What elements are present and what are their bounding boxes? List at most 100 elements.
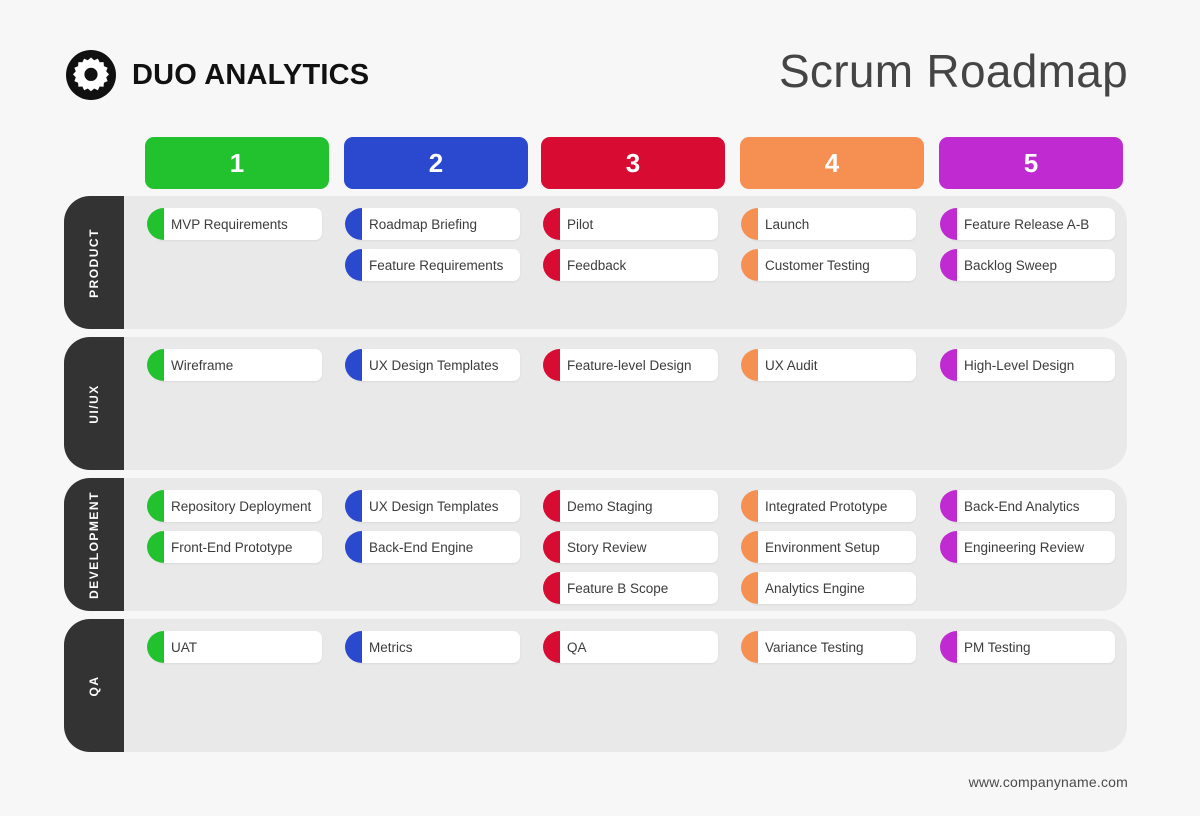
task-card[interactable]: Backlog Sweep	[940, 249, 1115, 281]
task-card-label: High-Level Design	[964, 357, 1075, 373]
task-card-label: UAT	[171, 639, 197, 655]
gear-icon	[66, 50, 116, 100]
task-card[interactable]: Demo Staging	[543, 490, 718, 522]
task-card[interactable]: UX Design Templates	[345, 349, 520, 381]
swimlane-tab: QA	[64, 619, 124, 752]
task-card[interactable]: Story Review	[543, 531, 718, 563]
task-card-label: Feature-level Design	[567, 357, 692, 373]
task-card-color-cap	[940, 349, 957, 381]
task-card-label: Backlog Sweep	[964, 257, 1058, 273]
task-card-color-cap	[940, 631, 957, 663]
page-title: Scrum Roadmap	[778, 45, 1128, 97]
swimlane-tab: DEVELOPMENT	[64, 478, 124, 611]
task-card[interactable]: Customer Testing	[741, 249, 916, 281]
sprint-number-label: 4	[824, 147, 840, 178]
task-card-color-cap	[940, 249, 957, 281]
task-card-color-cap	[940, 208, 957, 240]
brand-logo: DUO ANALYTICS	[66, 50, 369, 100]
task-card[interactable]: PM Testing	[940, 631, 1115, 663]
task-card[interactable]: Feature-level Design	[543, 349, 718, 381]
task-card-label: UX Audit	[765, 357, 818, 373]
task-card-label: Feature B Scope	[567, 580, 669, 596]
task-card[interactable]: Roadmap Briefing	[345, 208, 520, 240]
task-card-color-cap	[345, 249, 362, 281]
task-card-color-cap	[543, 490, 560, 522]
task-card[interactable]: Variance Testing	[741, 631, 916, 663]
task-card[interactable]: UX Design Templates	[345, 490, 520, 522]
sprint-header-row: 1 2 3 4 5	[0, 137, 1200, 189]
task-card[interactable]: Feature B Scope	[543, 572, 718, 604]
task-card[interactable]: Integrated Prototype	[741, 490, 916, 522]
task-card-label: UX Design Templates	[369, 357, 499, 373]
task-card[interactable]: Launch	[741, 208, 916, 240]
brand-name: DUO ANALYTICS	[132, 58, 370, 91]
task-card[interactable]: Feature Requirements	[345, 249, 520, 281]
task-card[interactable]: Back-End Analytics	[940, 490, 1115, 522]
task-card-label: UX Design Templates	[369, 498, 499, 514]
swimlane-development: DEVELOPMENT Repository Deployment Front-En…	[64, 478, 1127, 611]
task-card-color-cap	[543, 249, 560, 281]
sprint-header-5[interactable]: 5	[939, 137, 1123, 189]
task-card-color-cap	[345, 631, 362, 663]
sprint-header-1[interactable]: 1	[145, 137, 329, 189]
task-card-label: Repository Deployment	[171, 498, 312, 514]
task-card[interactable]: Metrics	[345, 631, 520, 663]
task-card[interactable]: Back-End Engine	[345, 531, 520, 563]
task-card[interactable]: Feature Release A-B	[940, 208, 1115, 240]
task-card[interactable]: UX Audit	[741, 349, 916, 381]
task-card[interactable]: MVP Requirements	[147, 208, 322, 240]
task-card-color-cap	[345, 531, 362, 563]
task-card-color-cap	[741, 249, 758, 281]
sprint-header-2[interactable]: 2	[344, 137, 528, 189]
task-card-color-cap	[741, 572, 758, 604]
task-card-color-cap	[543, 531, 560, 563]
task-card[interactable]: Repository Deployment	[147, 490, 322, 522]
task-card[interactable]: UAT	[147, 631, 322, 663]
swimlane-ui-ux: UI/UX Wireframe UX Design Templates Feature…	[64, 337, 1127, 470]
task-card[interactable]: Engineering Review	[940, 531, 1115, 563]
page-header: DUO ANALYTICS Scrum Roadmap	[0, 0, 1200, 120]
task-card-color-cap	[940, 531, 957, 563]
task-card[interactable]: High-Level Design	[940, 349, 1115, 381]
task-card-label: Roadmap Briefing	[369, 216, 478, 232]
task-card-label: MVP Requirements	[171, 216, 288, 232]
task-card-color-cap	[345, 349, 362, 381]
task-card-color-cap	[345, 208, 362, 240]
swimlane-label: QA	[87, 675, 101, 696]
sprint-header-4[interactable]: 4	[740, 137, 924, 189]
task-card-label: Launch	[765, 216, 810, 232]
task-card-color-cap	[147, 531, 164, 563]
task-card-label: Demo Staging	[567, 498, 653, 514]
task-card-label: Environment Setup	[765, 539, 880, 555]
task-card-label: Pilot	[567, 216, 594, 232]
task-card[interactable]: Front-End Prototype	[147, 531, 322, 563]
task-card-label: Back-End Analytics	[964, 498, 1080, 514]
task-card-color-cap	[147, 208, 164, 240]
swimlane-label: UI/UX	[87, 383, 101, 424]
task-card-label: Metrics	[369, 639, 413, 655]
task-card-color-cap	[741, 490, 758, 522]
task-card[interactable]: Feedback	[543, 249, 718, 281]
task-card-color-cap	[147, 490, 164, 522]
swimlane-tab: UI/UX	[64, 337, 124, 470]
task-card[interactable]: Environment Setup	[741, 531, 916, 563]
task-card[interactable]: QA	[543, 631, 718, 663]
sprint-number-label: 1	[229, 147, 245, 178]
swimlane-qa: QA UAT Metrics QA Variance Testing PM Testing	[64, 619, 1127, 752]
sprint-number-label: 3	[625, 147, 641, 178]
task-card-label: PM Testing	[964, 639, 1031, 655]
task-card-label: Variance Testing	[765, 639, 864, 655]
sprint-header-3[interactable]: 3	[541, 137, 725, 189]
footer-website: www.companyname.com	[968, 774, 1128, 790]
swimlane-label: PRODUCT	[87, 227, 101, 298]
swimlane-label: DEVELOPMENT	[87, 490, 101, 599]
task-card[interactable]: Analytics Engine	[741, 572, 916, 604]
task-card-color-cap	[543, 631, 560, 663]
task-card-label: Feedback	[567, 257, 627, 273]
task-card-label: Story Review	[567, 539, 647, 555]
task-card-label: Analytics Engine	[765, 580, 865, 596]
task-card-label: Front-End Prototype	[171, 539, 293, 555]
task-card[interactable]: Wireframe	[147, 349, 322, 381]
task-card[interactable]: Pilot	[543, 208, 718, 240]
task-card-label: Back-End Engine	[369, 539, 474, 555]
